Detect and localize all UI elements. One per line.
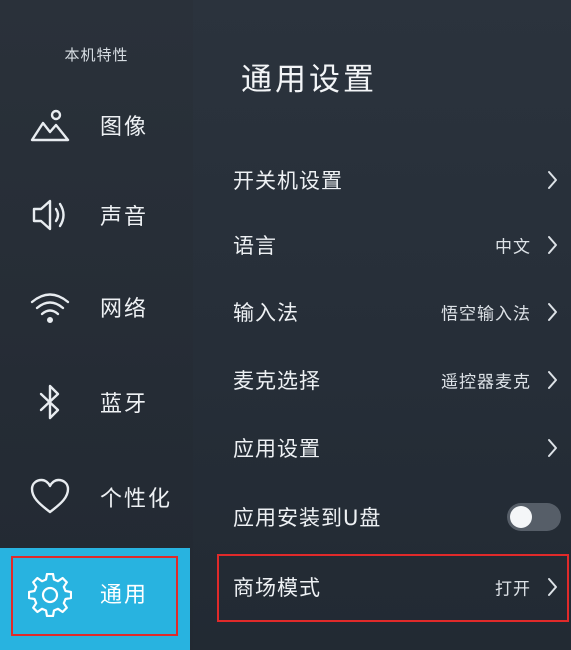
row-language[interactable]: 语言 中文 [193, 215, 571, 275]
chevron-right-icon [543, 437, 561, 459]
row-label: 商场模式 [233, 576, 321, 600]
row-label: 语言 [233, 234, 277, 258]
sidebar-title: 本机特性 [64, 46, 129, 64]
page-title: 通用设置 [241, 62, 377, 98]
row-label: 应用设置 [233, 437, 321, 461]
sidebar-item-label: 声音 [100, 205, 149, 230]
picture-icon [28, 103, 72, 147]
row-microphone[interactable]: 麦克选择 遥控器麦克 [193, 350, 571, 410]
chevron-right-icon [543, 369, 561, 391]
sidebar-item-picture[interactable]: 图像 [0, 90, 193, 160]
sidebar-item-label: 通用 [100, 583, 149, 608]
sidebar-item-label: 个性化 [100, 487, 173, 512]
settings-screen: 本机特性 图像 声音 网络 蓝牙 个性化 通用 通用设置 开关机设置 语言 中文… [0, 0, 571, 650]
wifi-icon [28, 285, 72, 329]
row-value: 打开 [495, 579, 531, 600]
bluetooth-icon [28, 380, 72, 424]
sidebar-item-bluetooth[interactable]: 蓝牙 [0, 367, 193, 437]
heart-icon [28, 475, 72, 519]
row-label: 输入法 [233, 301, 299, 325]
install-to-usb-toggle[interactable] [507, 503, 561, 531]
sidebar-item-general[interactable]: 通用 [0, 548, 190, 650]
chevron-right-icon [543, 301, 561, 323]
chevron-right-icon [543, 169, 561, 191]
row-value: 悟空输入法 [441, 304, 531, 325]
row-value: 遥控器麦克 [441, 372, 531, 393]
sidebar-item-label: 蓝牙 [100, 392, 149, 417]
sidebar-item-network[interactable]: 网络 [0, 272, 193, 342]
sidebar: 本机特性 图像 声音 网络 蓝牙 个性化 通用 [0, 0, 193, 650]
sidebar-item-personalize[interactable]: 个性化 [0, 462, 193, 532]
main-panel: 通用设置 开关机设置 语言 中文 输入法 悟空输入法 麦克选择 遥控器麦克 应用… [193, 0, 571, 650]
row-install-to-usb: 应用安装到U盘 [193, 487, 571, 547]
gear-icon [28, 573, 72, 617]
row-store-mode[interactable]: 商场模式 打开 [193, 557, 571, 617]
row-label: 应用安装到U盘 [233, 506, 382, 530]
sidebar-item-sound[interactable]: 声音 [0, 180, 193, 250]
speaker-icon [28, 193, 72, 237]
sidebar-item-label: 网络 [100, 297, 149, 322]
row-label: 麦克选择 [233, 369, 321, 393]
row-input-method[interactable]: 输入法 悟空输入法 [193, 282, 571, 342]
row-value: 中文 [495, 237, 531, 258]
row-label: 开关机设置 [233, 169, 343, 193]
chevron-right-icon [543, 576, 561, 598]
row-app-settings[interactable]: 应用设置 [193, 418, 571, 478]
sidebar-item-label: 图像 [100, 115, 149, 140]
toggle-knob [510, 506, 532, 528]
chevron-right-icon [543, 234, 561, 256]
row-power-settings[interactable]: 开关机设置 [193, 150, 571, 210]
